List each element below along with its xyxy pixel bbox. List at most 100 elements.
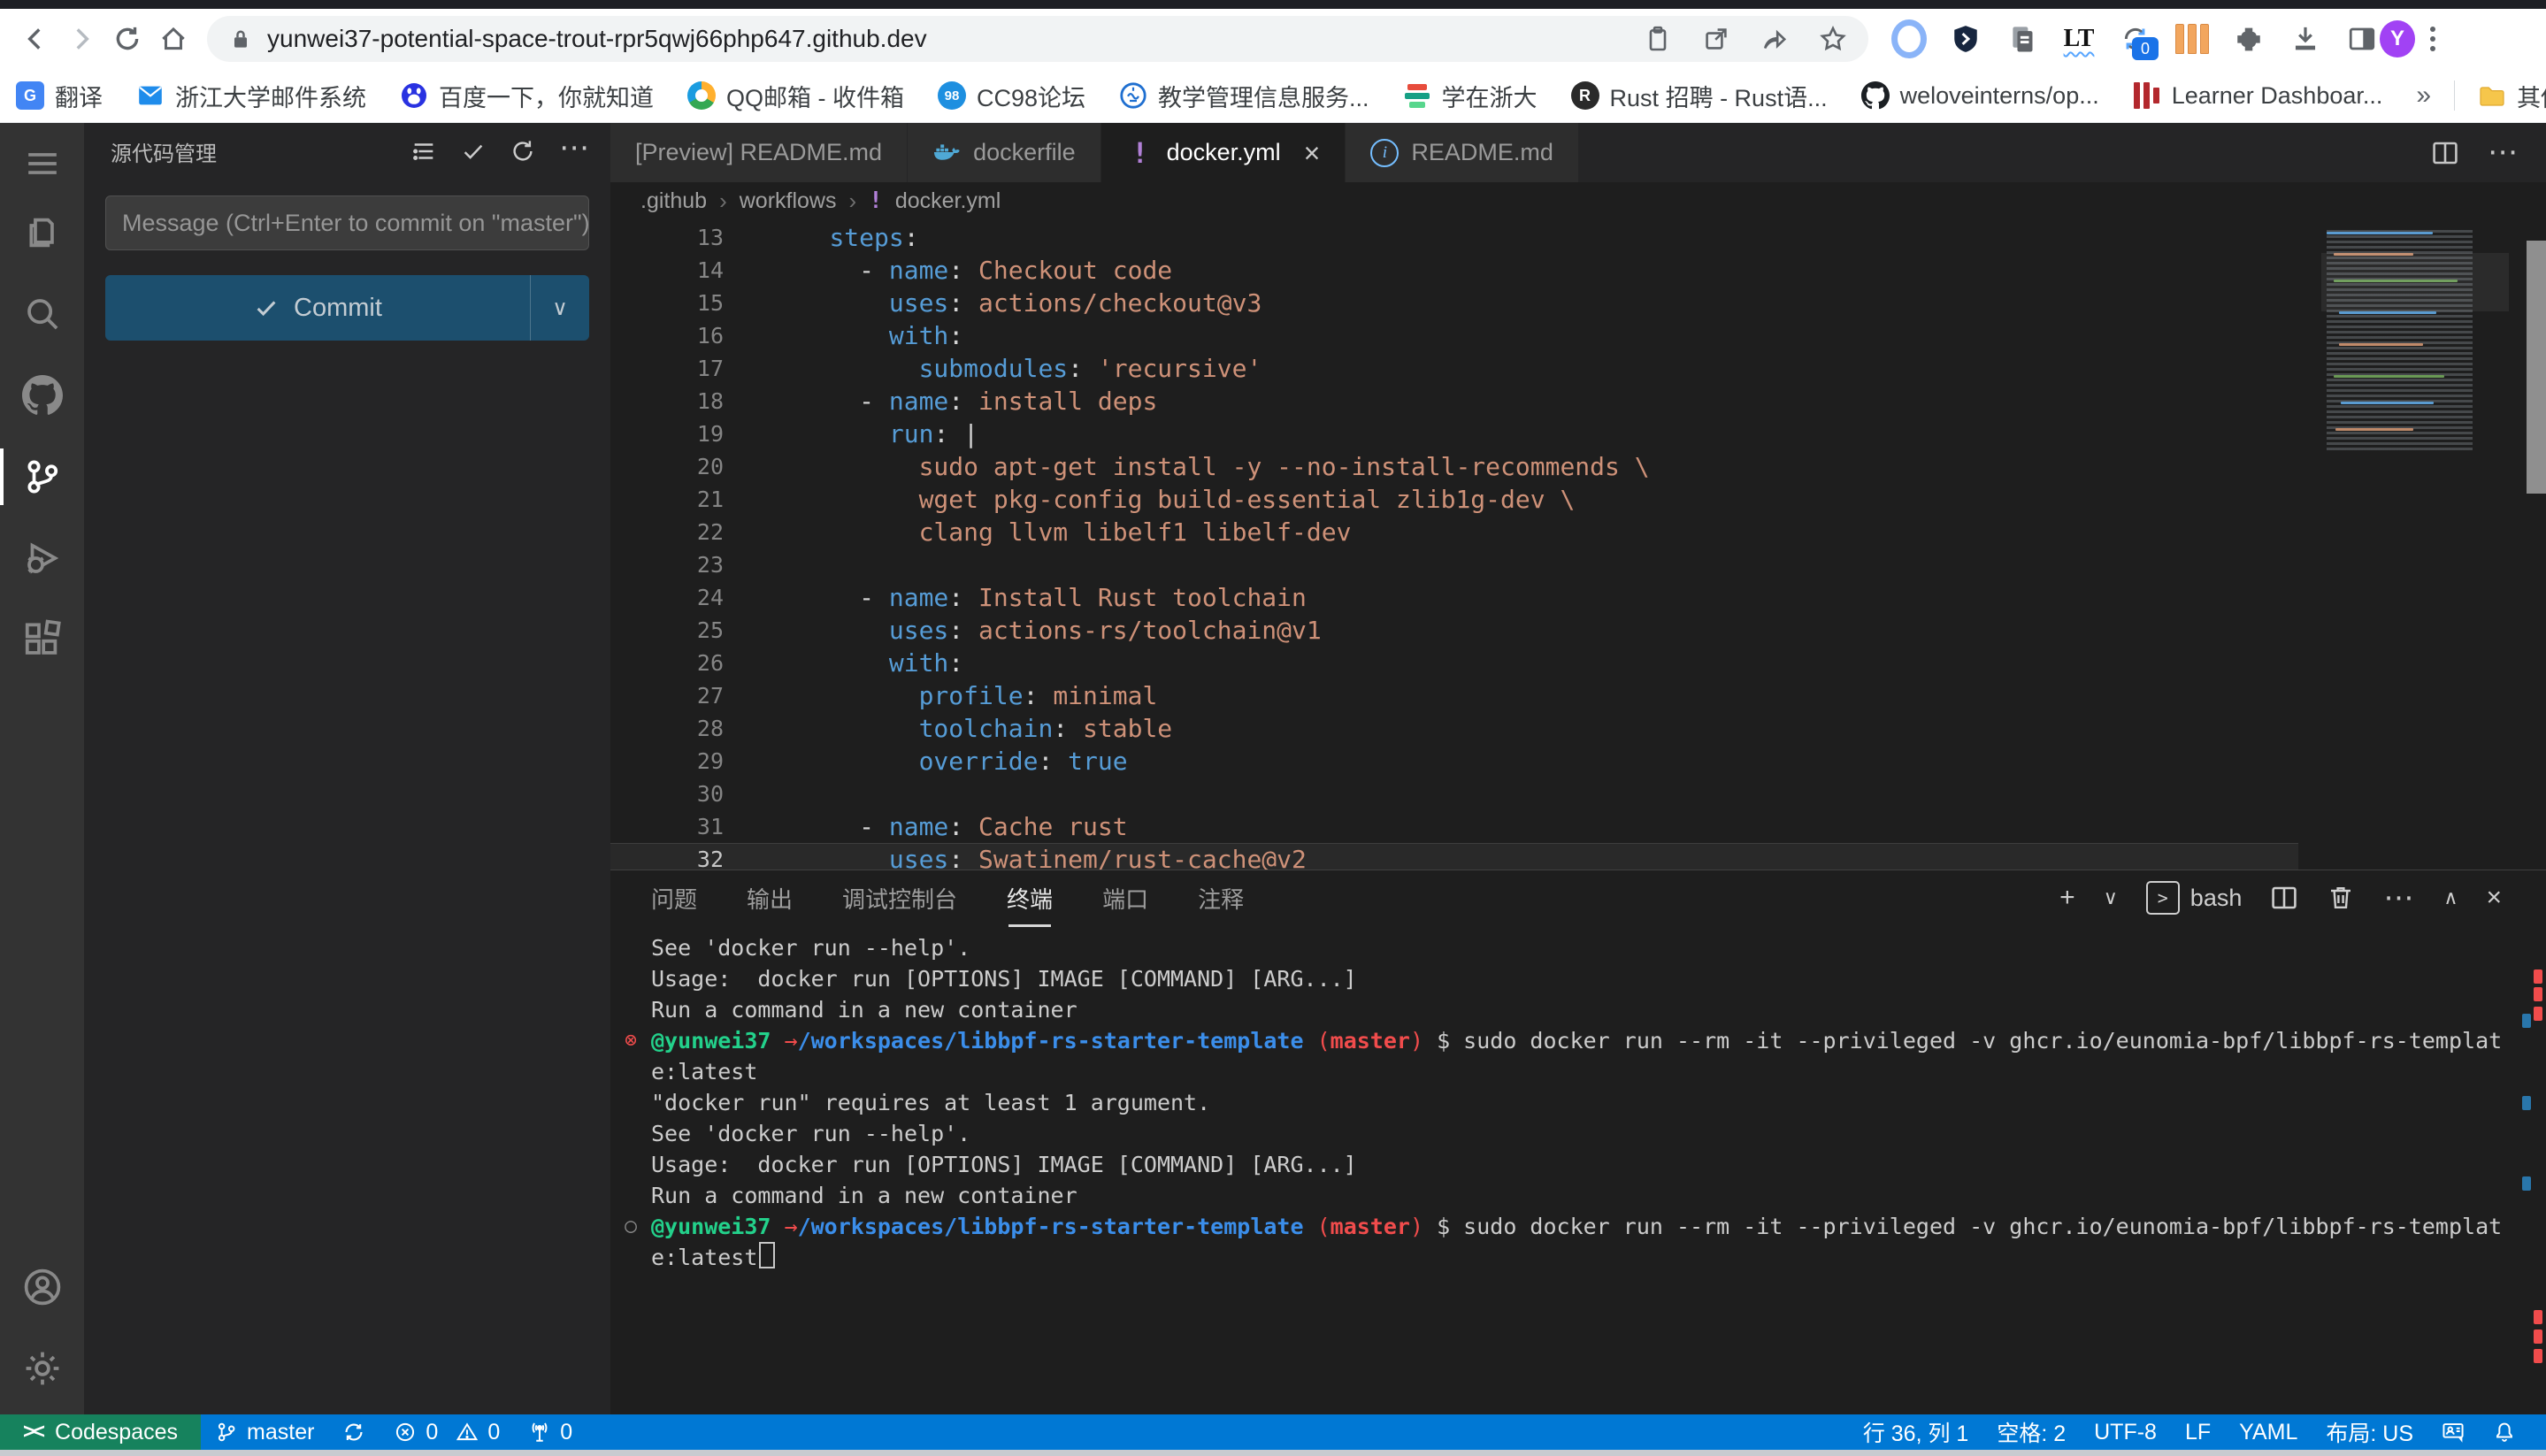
breadcrumb-segment[interactable]: workflows bbox=[740, 188, 837, 214]
activity-bar-explorer[interactable] bbox=[0, 192, 84, 273]
branch-indicator[interactable]: master bbox=[201, 1414, 328, 1450]
profile-avatar[interactable]: Y bbox=[2380, 20, 2415, 57]
bookmark-item[interactable]: G翻译 bbox=[16, 79, 103, 113]
panel-tab[interactable]: 端口 bbox=[1102, 882, 1148, 915]
code-line[interactable]: 27 profile: minimal bbox=[610, 679, 2298, 712]
refresh-icon[interactable] bbox=[510, 138, 536, 165]
browser-tab-strip[interactable] bbox=[0, 0, 2546, 9]
code-line[interactable]: 22 clang llvm libelf1 libelf-dev bbox=[610, 516, 2298, 548]
indentation[interactable]: 空格: 2 bbox=[1982, 1414, 2080, 1450]
editor-tab[interactable]: dockerfile bbox=[908, 123, 1101, 182]
download-icon[interactable] bbox=[2288, 21, 2323, 57]
panel-tab[interactable]: 调试控制台 bbox=[842, 882, 957, 915]
bookmark-item[interactable]: RRust 招聘 - Rust语... bbox=[1571, 79, 1828, 113]
code-line[interactable]: 21 wget pkg-config build-essential zlib1… bbox=[610, 483, 2298, 516]
home-icon[interactable] bbox=[150, 16, 196, 62]
activity-bar-extensions[interactable] bbox=[0, 599, 84, 680]
clipboard-icon[interactable] bbox=[1644, 25, 1672, 53]
kill-terminal-icon[interactable] bbox=[2327, 884, 2355, 912]
sidebar-icon[interactable] bbox=[2344, 21, 2380, 57]
terminal-dropdown-icon[interactable]: ∨ bbox=[2104, 888, 2118, 908]
code-line[interactable]: 24 - name: Install Rust toolchain bbox=[610, 581, 2298, 614]
split-terminal-icon[interactable] bbox=[2270, 884, 2298, 912]
code-line[interactable]: 26 with: bbox=[610, 647, 2298, 679]
code-editor[interactable]: 13 steps:14 - name: Checkout code15 uses… bbox=[610, 219, 2546, 870]
code-line[interactable]: 14 - name: Checkout code bbox=[610, 254, 2298, 287]
sync-indicator[interactable] bbox=[328, 1414, 380, 1450]
notifications-button[interactable] bbox=[2479, 1414, 2530, 1450]
feedback-button[interactable] bbox=[2427, 1414, 2479, 1450]
close-panel-icon[interactable]: × bbox=[2486, 885, 2502, 911]
bookmark-item[interactable]: 98CC98论坛 bbox=[938, 79, 1085, 113]
problems-indicator[interactable]: 0 0 bbox=[380, 1414, 514, 1450]
url-bar[interactable]: yunwei37-potential-space-trout-rpr5qwj66… bbox=[207, 16, 1868, 62]
shield-icon[interactable] bbox=[1948, 21, 1983, 57]
editor-tab[interactable]: !docker.yml× bbox=[1101, 123, 1346, 182]
cursor-position[interactable]: 行 36, 列 1 bbox=[1849, 1414, 1983, 1450]
activity-bar-account[interactable] bbox=[0, 1246, 84, 1328]
panel-tab[interactable]: 终端 bbox=[1007, 882, 1053, 915]
language-mode[interactable]: YAML bbox=[2225, 1414, 2312, 1450]
code-line[interactable]: 20 sudo apt-get install -y --no-install-… bbox=[610, 450, 2298, 483]
check-icon[interactable] bbox=[460, 138, 487, 165]
puzzle-icon[interactable] bbox=[2231, 21, 2266, 57]
reload-icon[interactable] bbox=[104, 16, 150, 62]
code-line[interactable]: 13 steps: bbox=[610, 221, 2298, 254]
code-line[interactable]: 32 uses: Swatinem/rust-cache@v2 bbox=[610, 843, 2298, 870]
bookmark-item[interactable]: Learner Dashboar... bbox=[2133, 81, 2383, 110]
activity-bar-search[interactable] bbox=[0, 273, 84, 355]
activity-bar-menu[interactable] bbox=[0, 135, 84, 192]
minimap-slider[interactable] bbox=[2321, 253, 2509, 311]
eol[interactable]: LF bbox=[2171, 1414, 2225, 1450]
editor-more-actions-icon[interactable]: ⋯ bbox=[2488, 145, 2519, 160]
commit-dropdown-icon[interactable]: ∨ bbox=[530, 275, 589, 341]
editor-scrollbar[interactable] bbox=[2527, 241, 2546, 494]
bookmark-item[interactable]: 教学管理信息服务... bbox=[1119, 79, 1369, 113]
panel-tab[interactable]: 注释 bbox=[1198, 882, 1244, 915]
editor-tab[interactable]: iREADME.md bbox=[1346, 123, 1579, 182]
code-line[interactable]: 15 uses: actions/checkout@v3 bbox=[610, 287, 2298, 319]
commit-message-input[interactable]: Message (Ctrl+Enter to commit on "master… bbox=[105, 195, 589, 250]
editor-tab[interactable]: [Preview] README.md bbox=[610, 123, 908, 182]
encoding[interactable]: UTF-8 bbox=[2080, 1414, 2171, 1450]
terminal-instance-item[interactable]: > bash bbox=[2146, 881, 2243, 915]
bookmark-item[interactable]: 学在浙大 bbox=[1403, 79, 1538, 113]
star-icon[interactable] bbox=[1819, 25, 1847, 53]
breadcrumb-file[interactable]: docker.yml bbox=[895, 188, 1001, 214]
tree-icon[interactable] bbox=[410, 138, 437, 165]
remote-indicator[interactable]: >< Codespaces bbox=[0, 1414, 201, 1450]
activity-bar-source-control[interactable] bbox=[0, 436, 84, 517]
more-icon[interactable]: ⋯ bbox=[559, 139, 591, 164]
panel-tab[interactable]: 问题 bbox=[651, 882, 697, 915]
ring-icon[interactable] bbox=[1891, 21, 1927, 57]
new-terminal-icon[interactable]: + bbox=[2059, 885, 2075, 911]
code-line[interactable]: 17 submodules: 'recursive' bbox=[610, 352, 2298, 385]
code-line[interactable]: 31 - name: Cache rust bbox=[610, 810, 2298, 843]
code-line[interactable]: 28 toolchain: stable bbox=[610, 712, 2298, 745]
activity-bar-settings[interactable] bbox=[0, 1328, 84, 1409]
bookmark-item[interactable]: QQ邮箱 - 收件箱 bbox=[687, 79, 904, 113]
activity-bar-debug[interactable] bbox=[0, 517, 84, 599]
panel-more-actions-icon[interactable]: ⋯ bbox=[2383, 891, 2415, 906]
maximize-panel-icon[interactable]: ∧ bbox=[2443, 888, 2458, 908]
sync-badge-icon[interactable]: 0 bbox=[2118, 21, 2153, 57]
forward-icon[interactable] bbox=[58, 16, 104, 62]
terminal-output[interactable]: See 'docker run --help'.Usage: docker ru… bbox=[610, 925, 2546, 1414]
code-line[interactable]: 25 uses: actions-rs/toolchain@v1 bbox=[610, 614, 2298, 647]
code-line[interactable]: 18 - name: install deps bbox=[610, 385, 2298, 418]
minimap[interactable] bbox=[2321, 226, 2509, 722]
split-editor-icon[interactable] bbox=[2431, 139, 2459, 167]
bookmark-item[interactable]: 浙江大学邮件系统 bbox=[136, 79, 366, 113]
browser-menu-icon[interactable] bbox=[2415, 21, 2450, 57]
ports-indicator[interactable]: 0 bbox=[514, 1414, 587, 1450]
open-in-new-icon[interactable] bbox=[1702, 25, 1730, 53]
code-line[interactable]: 23 bbox=[610, 548, 2298, 581]
pencils-icon[interactable] bbox=[2174, 21, 2210, 57]
commit-button[interactable]: Commit ∨ bbox=[105, 275, 589, 341]
url-text[interactable]: yunwei37-potential-space-trout-rpr5qwj66… bbox=[267, 25, 1644, 53]
close-icon[interactable]: × bbox=[1304, 139, 1321, 167]
code-line[interactable]: 29 override: true bbox=[610, 745, 2298, 778]
copy-icon[interactable] bbox=[2005, 21, 2040, 57]
breadcrumb-segment[interactable]: .github bbox=[640, 188, 707, 214]
back-icon[interactable] bbox=[12, 16, 58, 62]
